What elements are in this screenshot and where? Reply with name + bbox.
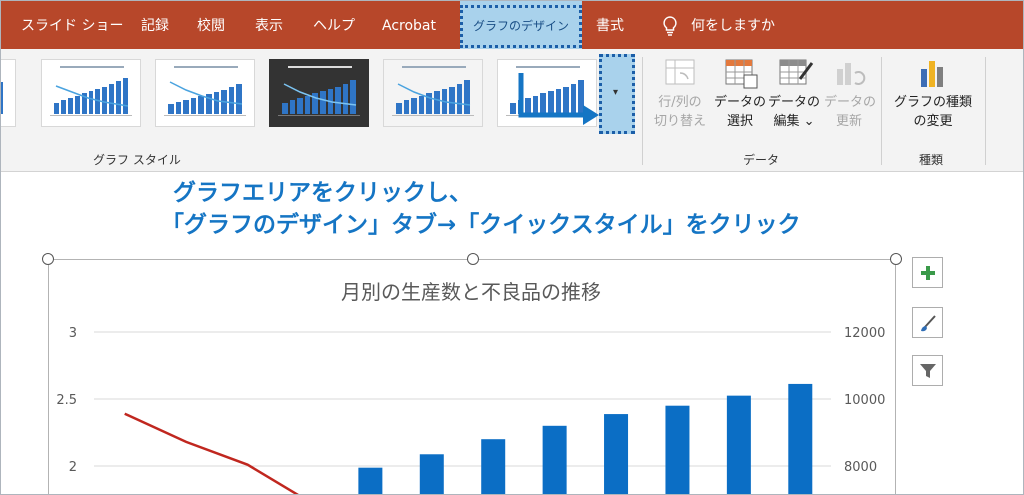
y-left-tick-label: 2.5 <box>56 393 77 408</box>
window: スライド ショー 記録 校閲 表示 ヘルプ Acrobat グラフのデザイン 書… <box>0 0 1024 495</box>
y-left-tick-label: 3 <box>69 326 77 341</box>
bar <box>542 425 567 494</box>
chart-styles-button[interactable] <box>912 307 943 338</box>
y-left-tick-label: 2 <box>69 460 77 475</box>
bar <box>726 395 751 494</box>
bar <box>604 414 629 494</box>
bar <box>358 467 383 494</box>
bar <box>788 383 813 494</box>
y-right-tick-label: 12000 <box>844 326 885 341</box>
combo-chart: 月別の生産数と不良品の推移 3 2.5 2 12000 10000 8000 <box>56 280 885 494</box>
filter-icon <box>920 364 936 378</box>
chart-filters-button[interactable] <box>912 355 943 386</box>
y-right-tick-label: 8000 <box>844 460 877 475</box>
bar <box>419 454 444 494</box>
brush-icon <box>921 315 936 332</box>
bar <box>481 439 506 494</box>
chart-title: 月別の生産数と不良品の推移 <box>341 280 601 304</box>
y-right-tick-label: 10000 <box>844 393 885 408</box>
bar <box>665 405 690 494</box>
plus-icon <box>921 266 935 280</box>
line-series <box>124 412 299 494</box>
chart-elements-button[interactable] <box>912 257 943 288</box>
